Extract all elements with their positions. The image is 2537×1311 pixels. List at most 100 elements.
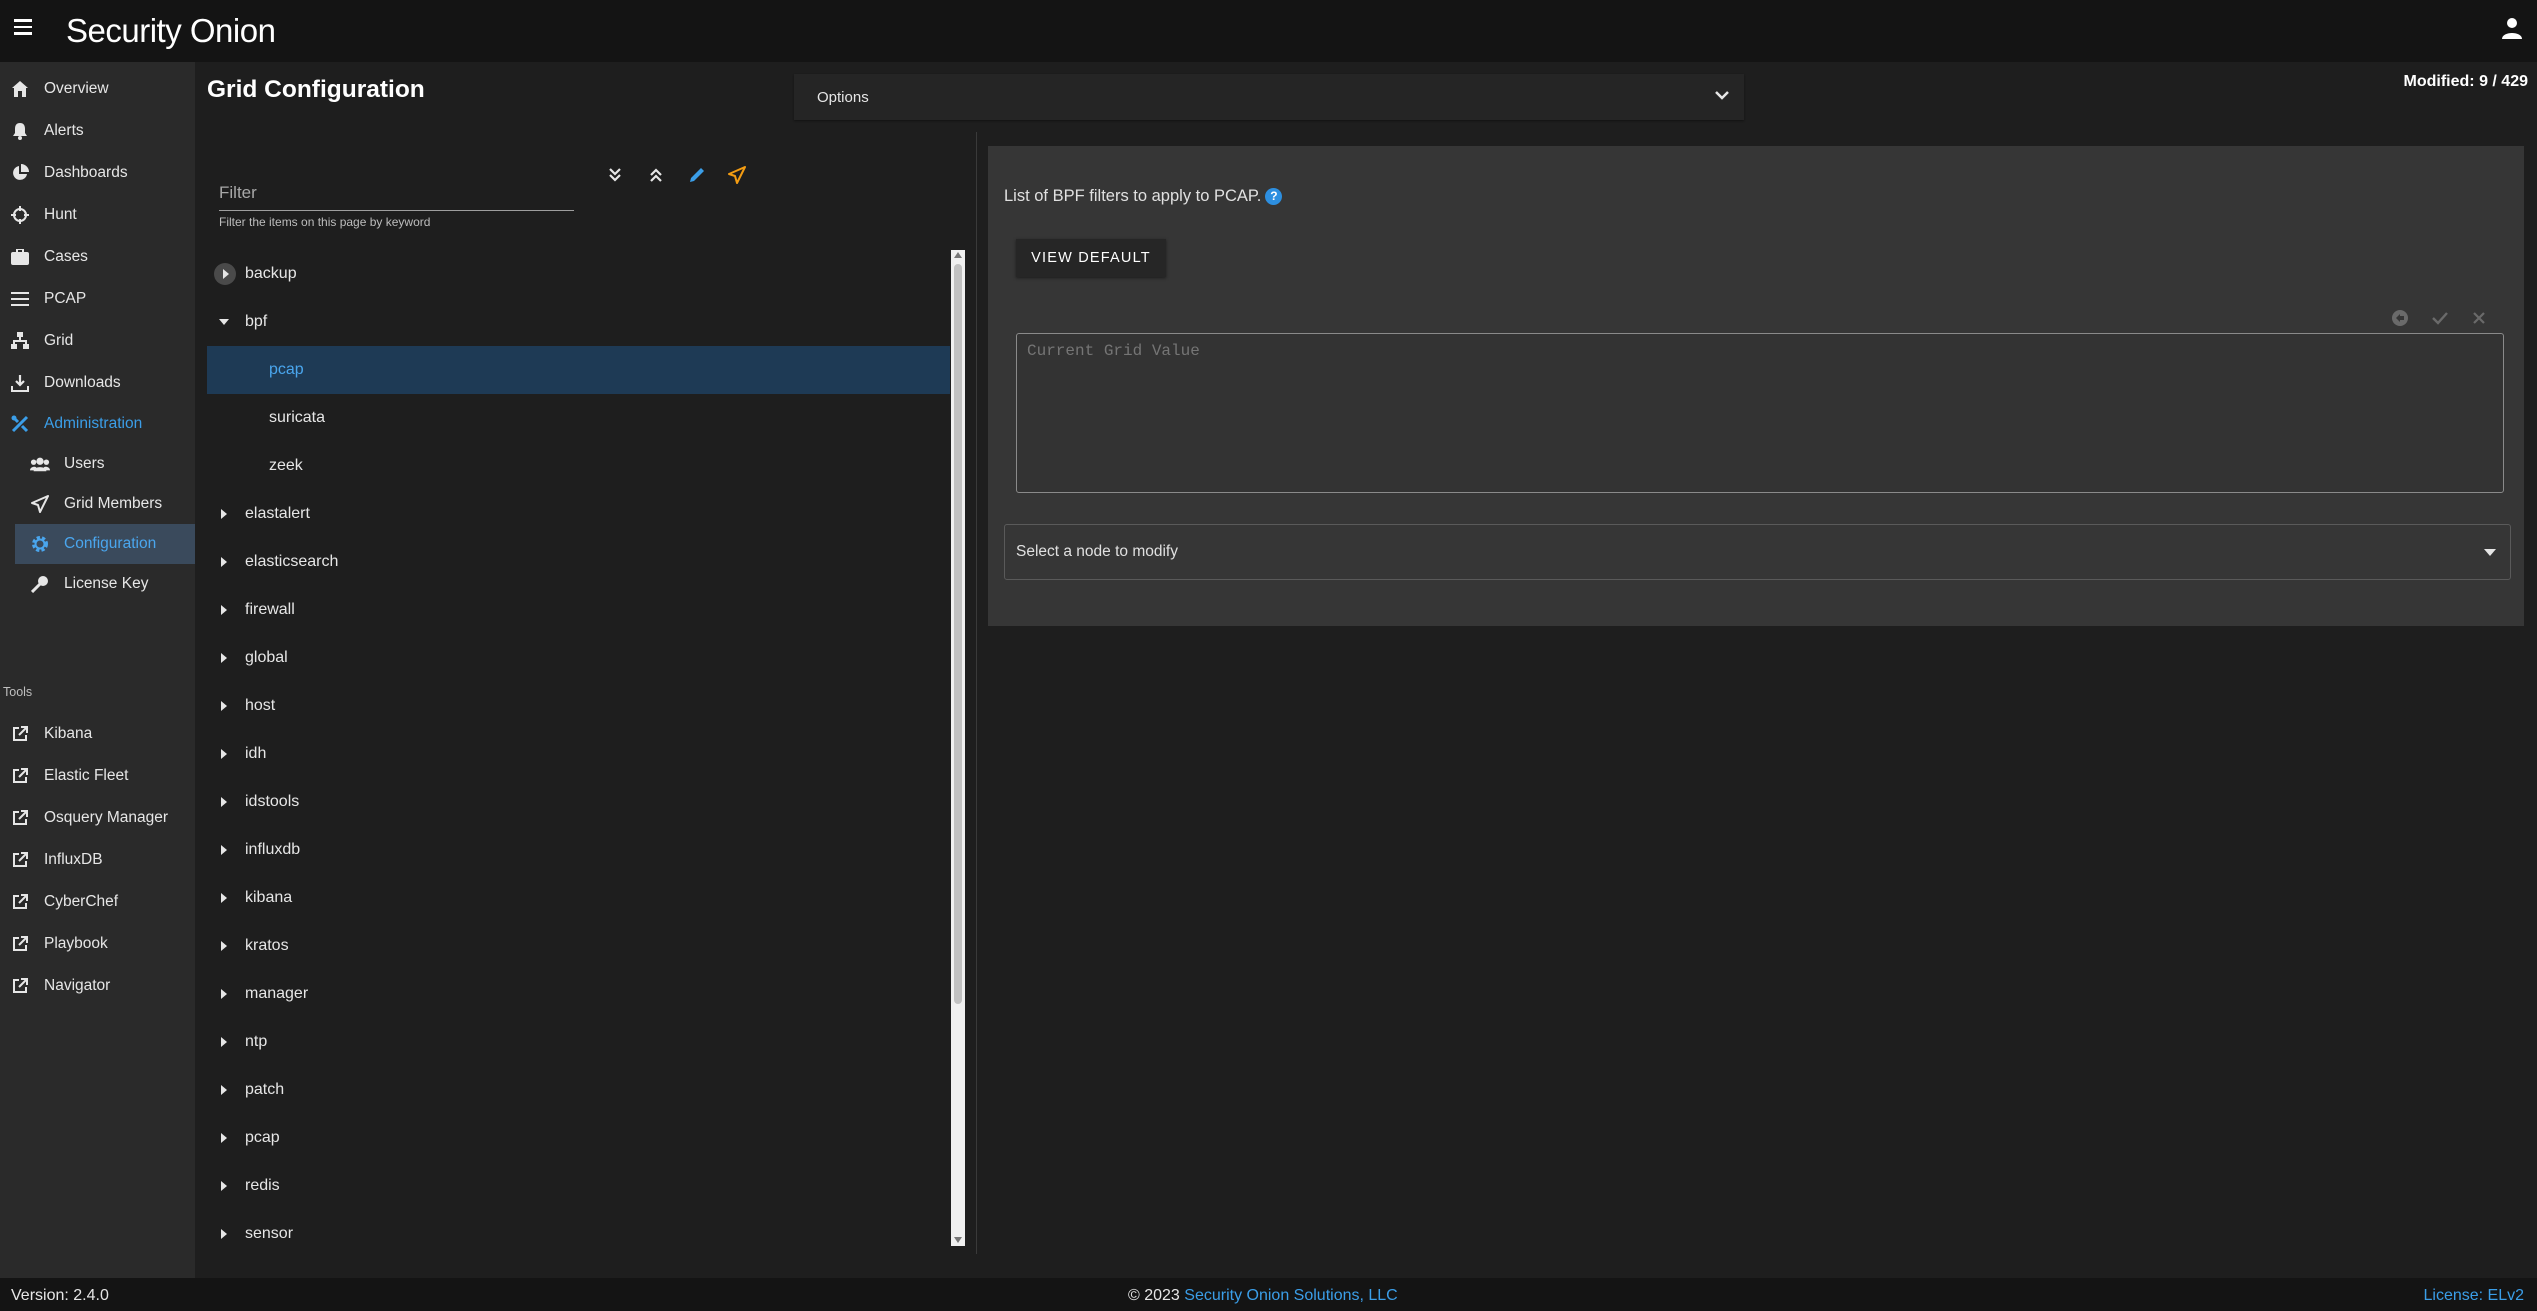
- pencil-icon: [690, 168, 704, 182]
- tree-item[interactable]: manager: [207, 970, 950, 1018]
- sidebar-tool-navigator[interactable]: Navigator: [0, 966, 195, 1006]
- caret-right-icon: [221, 701, 227, 711]
- sidebar-item-overview[interactable]: Overview: [0, 69, 195, 109]
- tree-item[interactable]: idstools: [207, 778, 950, 826]
- caret-right-icon: [221, 1229, 227, 1239]
- lines-icon: [10, 289, 30, 309]
- tree-item[interactable]: host: [207, 682, 950, 730]
- company-link[interactable]: Security Onion Solutions, LLC: [1184, 1287, 1397, 1304]
- tree-item[interactable]: patch: [207, 1066, 950, 1114]
- tree-item[interactable]: suricata: [207, 394, 950, 442]
- caret-right-icon: [221, 1181, 227, 1191]
- caret-right-icon: [221, 557, 227, 567]
- tree-item[interactable]: idh: [207, 730, 950, 778]
- gear-icon: [30, 534, 50, 554]
- external-link-icon: [10, 724, 30, 744]
- tools-icon: [10, 414, 30, 434]
- sidebar-item-alerts[interactable]: Alerts: [0, 111, 195, 151]
- footer: Version: 2.4.0 © 2023 Security Onion Sol…: [0, 1278, 2537, 1311]
- tree-item[interactable]: elastalert: [207, 490, 950, 538]
- tree-item[interactable]: pcap: [207, 1114, 950, 1162]
- tree-item[interactable]: influxdb: [207, 826, 950, 874]
- menu-icon[interactable]: [14, 19, 32, 35]
- filter-field: Filter the items on this page by keyword: [219, 170, 574, 229]
- tree-item[interactable]: elasticsearch: [207, 538, 950, 586]
- panel-divider: [976, 132, 977, 1254]
- view-default-button[interactable]: VIEW DEFAULT: [1016, 239, 1166, 277]
- version-label: Version: 2.4.0: [11, 1287, 109, 1304]
- double-chevron-down-icon: [609, 168, 621, 182]
- sidebar-tool-playbook[interactable]: Playbook: [0, 924, 195, 964]
- scrollbar-thumb[interactable]: [954, 264, 962, 1004]
- help-icon[interactable]: ?: [1265, 188, 1283, 205]
- license-link[interactable]: License: ELv2: [2423, 1287, 2524, 1305]
- node-select-dropdown[interactable]: Select a node to modify: [1004, 524, 2511, 580]
- caret-right-icon: [221, 1133, 227, 1143]
- sidebar-tool-cyberchef[interactable]: CyberChef: [0, 882, 195, 922]
- caret-right-icon: [221, 989, 227, 999]
- tree-item[interactable]: ntp: [207, 1018, 950, 1066]
- sidebar-item-configuration[interactable]: Configuration: [15, 524, 195, 564]
- revert-button[interactable]: [2390, 308, 2410, 328]
- save-button[interactable]: [2430, 308, 2450, 328]
- caret-right-icon: [221, 845, 227, 855]
- tree-item[interactable]: firewall: [207, 586, 950, 634]
- options-expander[interactable]: Options: [794, 74, 1744, 120]
- collapse-all-button[interactable]: [643, 162, 669, 188]
- tree-item[interactable]: global: [207, 634, 950, 682]
- external-link-icon: [10, 976, 30, 996]
- tree-item[interactable]: kratos: [207, 922, 950, 970]
- sidebar-item-license-key[interactable]: License Key: [0, 564, 195, 604]
- modified-count: Modified: 9 / 429: [2403, 73, 2528, 90]
- sidebar-item-cases[interactable]: Cases: [0, 237, 195, 277]
- grid-network-icon: [10, 331, 30, 351]
- pie-chart-icon: [10, 163, 30, 183]
- show-modified-button[interactable]: [724, 162, 750, 188]
- tree-item[interactable]: zeek: [207, 442, 950, 490]
- external-link-icon: [10, 850, 30, 870]
- home-icon: [10, 79, 30, 99]
- tree-item[interactable]: sensor: [207, 1210, 950, 1250]
- sidebar-item-grid[interactable]: Grid: [0, 321, 195, 361]
- sidebar-item-grid-members[interactable]: Grid Members: [0, 484, 195, 524]
- tree-item[interactable]: redis: [207, 1162, 950, 1210]
- tree-item[interactable]: backup: [207, 250, 950, 298]
- sidebar-item-downloads[interactable]: Downloads: [0, 363, 195, 403]
- filter-input[interactable]: [219, 170, 574, 211]
- sidebar-item-dashboards[interactable]: Dashboards: [0, 153, 195, 193]
- user-icon[interactable]: [2501, 16, 2523, 40]
- briefcase-icon: [10, 247, 30, 267]
- tree-item[interactable]: kibana: [207, 874, 950, 922]
- sidebar: Overview Alerts Dashboards Hunt Cases PC…: [0, 62, 195, 1278]
- edit-mode-button[interactable]: [684, 162, 710, 188]
- sidebar-tool-kibana[interactable]: Kibana: [0, 714, 195, 754]
- page-title: Grid Configuration: [207, 76, 425, 103]
- grid-value-textarea[interactable]: [1016, 333, 2504, 493]
- cancel-button[interactable]: [2469, 308, 2489, 328]
- sidebar-item-administration[interactable]: Administration: [0, 404, 195, 444]
- crosshairs-icon: [10, 205, 30, 225]
- tree-scrollbar[interactable]: [951, 250, 965, 1246]
- tree-item[interactable]: bpf: [207, 298, 950, 346]
- sidebar-tool-osquery-manager[interactable]: Osquery Manager: [0, 798, 195, 838]
- sidebar-item-pcap[interactable]: PCAP: [0, 279, 195, 319]
- scroll-down-arrow[interactable]: [954, 1237, 962, 1243]
- top-app-bar: Security Onion: [0, 0, 2537, 62]
- tree-item-selected[interactable]: pcap: [207, 346, 950, 394]
- send-warning-icon: [728, 166, 746, 184]
- sidebar-tool-elastic-fleet[interactable]: Elastic Fleet: [0, 756, 195, 796]
- sidebar-tool-influxdb[interactable]: InfluxDB: [0, 840, 195, 880]
- caret-right-icon: [221, 749, 227, 759]
- caret-right-icon: [221, 893, 227, 903]
- key-icon: [30, 574, 50, 594]
- scroll-up-arrow[interactable]: [954, 252, 962, 258]
- external-link-icon: [10, 766, 30, 786]
- undo-icon: [2392, 310, 2408, 326]
- sidebar-item-users[interactable]: Users: [0, 444, 195, 484]
- check-icon: [2432, 312, 2448, 325]
- expand-all-button[interactable]: [602, 162, 628, 188]
- caret-right-icon: [221, 797, 227, 807]
- bell-icon: [10, 121, 30, 141]
- sidebar-item-hunt[interactable]: Hunt: [0, 195, 195, 235]
- options-label: Options: [817, 89, 869, 106]
